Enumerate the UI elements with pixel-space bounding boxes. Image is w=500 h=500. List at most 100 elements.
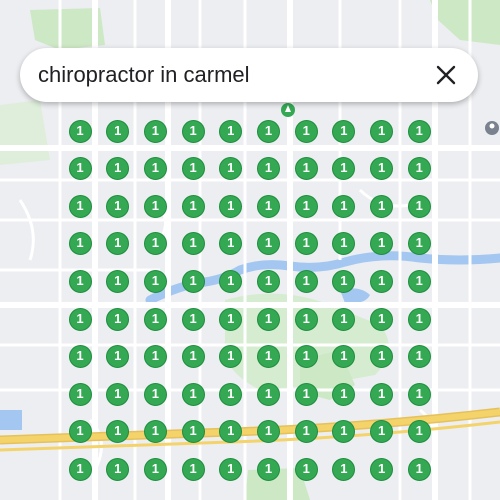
result-pin[interactable]: 1	[68, 232, 92, 256]
result-pin[interactable]: 1	[294, 232, 318, 256]
result-pin[interactable]: 1	[106, 307, 130, 331]
result-pin[interactable]: 1	[332, 194, 356, 218]
result-pin[interactable]: 1	[332, 157, 356, 181]
result-pin[interactable]: 1	[68, 382, 92, 406]
result-pin[interactable]: 1	[219, 420, 243, 444]
result-pin[interactable]: 1	[68, 269, 92, 293]
result-pin[interactable]: 1	[257, 382, 280, 406]
result-pin[interactable]: 1	[257, 232, 280, 256]
result-pin[interactable]: 1	[332, 420, 356, 444]
result-pin[interactable]: 1	[332, 307, 356, 331]
result-pin[interactable]: 1	[219, 457, 243, 481]
result-pin[interactable]: 1	[257, 157, 280, 181]
result-pin[interactable]: 1	[257, 269, 280, 293]
result-pin[interactable]: 1	[219, 194, 243, 218]
result-pin[interactable]: 1	[332, 232, 356, 256]
result-pin[interactable]: 1	[407, 457, 431, 481]
result-pin[interactable]: 1	[370, 457, 394, 481]
result-pin[interactable]: 1	[370, 345, 394, 369]
result-pin[interactable]: 1	[143, 307, 167, 331]
result-pin[interactable]: 1	[143, 194, 167, 218]
result-pin[interactable]: 1	[294, 119, 318, 143]
result-pin[interactable]: 1	[294, 420, 318, 444]
result-pin[interactable]: 1	[181, 119, 205, 143]
result-pin[interactable]: 1	[143, 457, 167, 481]
result-pin[interactable]: 1	[181, 345, 205, 369]
result-pin[interactable]: 1	[370, 119, 394, 143]
result-pin[interactable]: 1	[143, 345, 167, 369]
result-pin[interactable]: 1	[407, 194, 431, 218]
result-pin[interactable]: 1	[407, 269, 431, 293]
result-pin[interactable]: 1	[106, 232, 130, 256]
result-pin[interactable]: 1	[106, 382, 130, 406]
result-pin[interactable]: 1	[370, 232, 394, 256]
result-pin[interactable]: 1	[143, 232, 167, 256]
result-pin[interactable]: 1	[407, 119, 431, 143]
result-pin[interactable]: 1	[407, 420, 431, 444]
result-pin[interactable]: 1	[219, 269, 243, 293]
result-pin[interactable]: 1	[370, 420, 394, 444]
result-pin[interactable]: 1	[106, 420, 130, 444]
result-pin[interactable]: 1	[294, 307, 318, 331]
result-pin[interactable]: 1	[219, 232, 243, 256]
result-pin[interactable]: 1	[181, 194, 205, 218]
result-pin[interactable]: 1	[181, 232, 205, 256]
result-pin[interactable]: 1	[219, 345, 243, 369]
result-pin[interactable]: 1	[257, 119, 280, 143]
result-pin[interactable]: 1	[106, 345, 130, 369]
result-pin[interactable]: 1	[181, 457, 205, 481]
result-pin[interactable]: 1	[332, 119, 356, 143]
result-pin[interactable]: 1	[407, 345, 431, 369]
result-pin[interactable]: 1	[143, 420, 167, 444]
result-pin[interactable]: 1	[68, 345, 92, 369]
result-pin[interactable]: 1	[332, 382, 356, 406]
result-pin[interactable]: 1	[219, 119, 243, 143]
result-pin[interactable]: 1	[219, 157, 243, 181]
result-pin[interactable]: 1	[294, 269, 318, 293]
result-pin[interactable]: 1	[294, 157, 318, 181]
result-pin[interactable]: 1	[332, 345, 356, 369]
result-pin[interactable]: 1	[143, 157, 167, 181]
result-pin[interactable]: 1	[294, 345, 318, 369]
result-pin[interactable]: 1	[68, 307, 92, 331]
result-pin[interactable]: 1	[143, 119, 167, 143]
result-pin[interactable]: 1	[257, 345, 280, 369]
result-pin[interactable]: 1	[407, 307, 431, 331]
result-pin[interactable]: 1	[294, 194, 318, 218]
result-pin[interactable]: 1	[106, 157, 130, 181]
result-pin[interactable]: 1	[370, 269, 394, 293]
result-pin[interactable]: 1	[68, 420, 92, 444]
result-pin[interactable]: 1	[332, 269, 356, 293]
result-pin[interactable]: 1	[68, 119, 92, 143]
result-pin[interactable]: 1	[407, 232, 431, 256]
result-pin[interactable]: 1	[219, 382, 243, 406]
result-pin[interactable]: 1	[219, 307, 243, 331]
result-pin[interactable]: 1	[407, 157, 431, 181]
result-pin[interactable]: 1	[181, 269, 205, 293]
result-pin[interactable]: 1	[257, 194, 280, 218]
result-pin[interactable]: 1	[294, 457, 318, 481]
result-pin[interactable]: 1	[181, 420, 205, 444]
result-pin[interactable]: 1	[257, 307, 280, 331]
result-pin[interactable]: 1	[106, 457, 130, 481]
result-pin[interactable]: 1	[143, 269, 167, 293]
result-pin[interactable]: 1	[106, 194, 130, 218]
result-pin[interactable]: 1	[68, 457, 92, 481]
result-pin[interactable]: 1	[257, 420, 280, 444]
result-pin[interactable]: 1	[181, 157, 205, 181]
result-pin[interactable]: 1	[370, 194, 394, 218]
result-pin[interactable]: 1	[68, 157, 92, 181]
result-pin[interactable]: 1	[370, 307, 394, 331]
result-pin[interactable]: 1	[106, 119, 130, 143]
result-pin[interactable]: 1	[106, 269, 130, 293]
result-pin[interactable]: 1	[181, 307, 205, 331]
result-pin[interactable]: 1	[181, 382, 205, 406]
result-pin[interactable]: 1	[294, 382, 318, 406]
result-pin[interactable]: 1	[407, 382, 431, 406]
result-pin[interactable]: 1	[332, 457, 356, 481]
result-pin[interactable]: 1	[257, 457, 280, 481]
result-pin[interactable]: 1	[143, 382, 167, 406]
result-pin[interactable]: 1	[370, 157, 394, 181]
result-pin[interactable]: 1	[370, 382, 394, 406]
result-pin[interactable]: 1	[68, 194, 92, 218]
